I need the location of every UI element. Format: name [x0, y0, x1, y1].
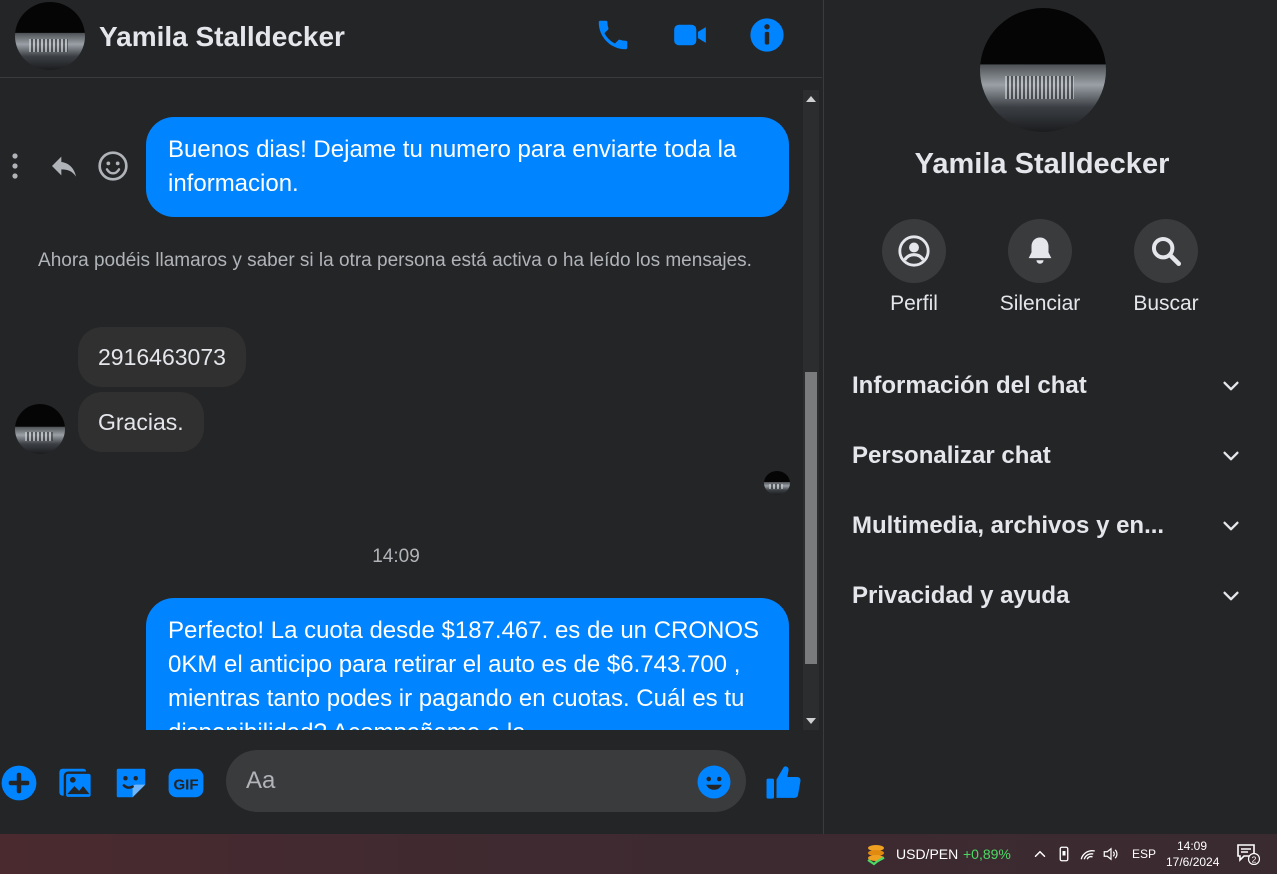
search-button[interactable]: Buscar: [1111, 219, 1221, 316]
chat-pane: Yamila Stalldecker Buenos dias! Dejame t…: [0, 0, 822, 834]
mute-button[interactable]: Silenciar: [985, 219, 1095, 316]
chevron-down-icon: [1220, 585, 1242, 607]
react-emoji-icon[interactable]: [97, 150, 129, 182]
video-call-icon[interactable]: [671, 16, 709, 54]
outgoing-message[interactable]: Buenos dias! Dejame tu numero para envia…: [146, 117, 789, 217]
incoming-message[interactable]: 2916463073: [78, 327, 246, 387]
chevron-down-icon: [1220, 375, 1242, 397]
chevron-down-icon: [1220, 515, 1242, 537]
notification-count: 2: [1252, 854, 1257, 864]
wifi-icon[interactable]: [1079, 845, 1097, 863]
currency-ticker[interactable]: USD/PEN: [896, 846, 958, 862]
section-privacy-help[interactable]: Privacidad y ayuda: [852, 569, 1242, 621]
message-input[interactable]: [226, 750, 746, 812]
section-label: Personalizar chat: [852, 442, 1051, 469]
info-icon[interactable]: [748, 16, 786, 54]
time-separator: 14:09: [372, 546, 420, 567]
outgoing-message[interactable]: Perfecto! La cuota desde $187.467. es de…: [146, 598, 789, 730]
message-list[interactable]: Buenos dias! Dejame tu numero para envia…: [0, 90, 800, 730]
contact-name[interactable]: Yamila Stalldecker: [99, 21, 345, 53]
incoming-message[interactable]: Gracias.: [78, 392, 204, 452]
mute-label: Silenciar: [999, 292, 1081, 315]
scrollbar[interactable]: [803, 90, 819, 730]
section-customize-chat[interactable]: Personalizar chat: [852, 429, 1242, 481]
reply-icon[interactable]: [48, 150, 80, 182]
notification-center-icon[interactable]: 2: [1236, 843, 1261, 866]
image-icon[interactable]: [57, 764, 95, 802]
sender-avatar[interactable]: [15, 404, 65, 454]
chevron-down-icon: [1220, 445, 1242, 467]
language-indicator[interactable]: ESP: [1132, 847, 1156, 861]
sticker-icon[interactable]: [112, 764, 150, 802]
windows-taskbar: USD/PEN +0,89% ESP 14:09 17/6/2024 2: [0, 834, 1277, 874]
device-icon[interactable]: [1055, 845, 1073, 863]
contact-avatar[interactable]: [15, 2, 85, 70]
chevron-up-icon[interactable]: [1031, 845, 1049, 863]
bell-icon: [1008, 219, 1072, 283]
section-chat-info[interactable]: Información del chat: [852, 359, 1242, 411]
profile-name: Yamila Stalldecker: [914, 148, 1170, 180]
profile-avatar[interactable]: [980, 8, 1106, 132]
clock-time: 14:09: [1176, 839, 1208, 853]
read-receipt-avatar: [764, 471, 790, 495]
chat-header: Yamila Stalldecker: [0, 0, 822, 78]
messenger-window: Yamila Stalldecker Buenos dias! Dejame t…: [0, 0, 1277, 834]
plus-icon[interactable]: [0, 764, 38, 802]
scroll-down-arrow[interactable]: [806, 718, 816, 724]
phone-icon[interactable]: [594, 16, 632, 54]
section-label: Privacidad y ayuda: [852, 582, 1070, 609]
scroll-up-arrow[interactable]: [806, 96, 816, 102]
gif-icon[interactable]: GIF: [167, 764, 205, 802]
scroll-thumb[interactable]: [805, 372, 817, 664]
profile-icon: [882, 219, 946, 283]
composer: GIF: [0, 740, 822, 834]
section-media-files[interactable]: Multimedia, archivos y en...: [852, 499, 1242, 551]
clock-date: 17/6/2024: [1166, 855, 1220, 869]
chat-info-panel: Yamila Stalldecker Perfil Silenciar Busc…: [823, 0, 1277, 834]
currency-change[interactable]: +0,89%: [963, 846, 1011, 862]
like-icon[interactable]: [764, 762, 804, 802]
profile-button[interactable]: Perfil: [859, 219, 969, 316]
svg-text:GIF: GIF: [173, 777, 198, 794]
more-options-icon[interactable]: [4, 150, 26, 182]
search-icon: [1134, 219, 1198, 283]
search-label: Buscar: [1133, 292, 1199, 315]
profile-label: Perfil: [890, 292, 938, 315]
system-note: Ahora podéis llamaros y saber si la otra…: [38, 250, 752, 271]
clock[interactable]: 14:09 17/6/2024: [1166, 838, 1220, 870]
volume-icon[interactable]: [1102, 845, 1120, 863]
emoji-icon[interactable]: [696, 764, 732, 800]
currency-widget-icon[interactable]: [864, 842, 888, 866]
section-label: Información del chat: [852, 372, 1087, 399]
section-label: Multimedia, archivos y en...: [852, 512, 1165, 539]
